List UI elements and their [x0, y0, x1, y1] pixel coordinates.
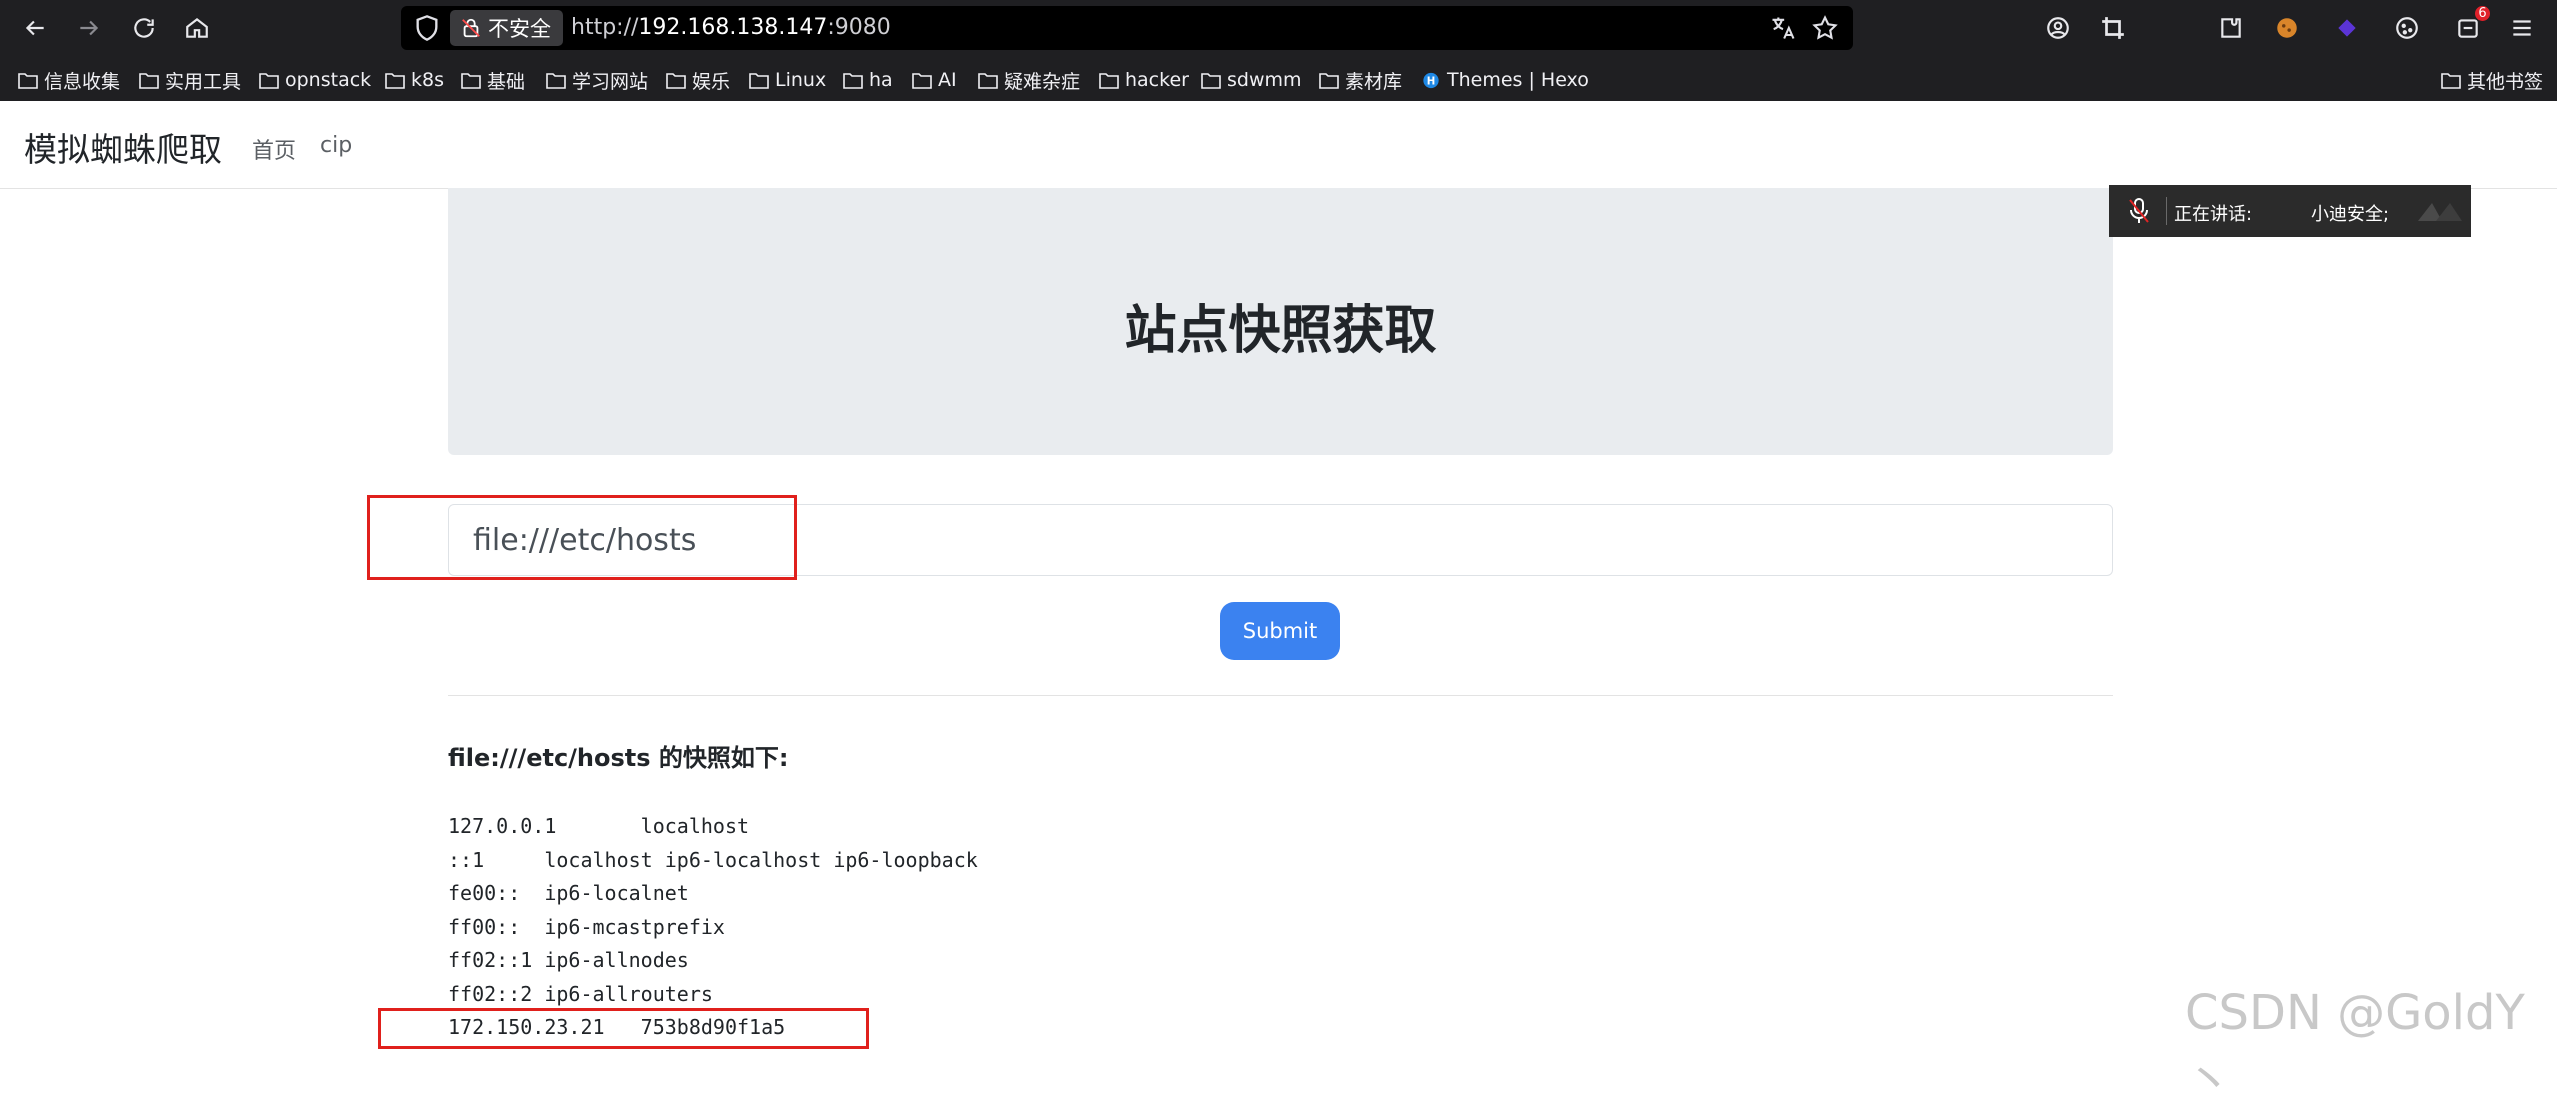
hosts-line: ::1 localhost ip6-localhost ip6-loopback	[448, 847, 978, 872]
bookmark-label: k8s	[411, 69, 444, 91]
bookmark-label: 信息收集	[44, 70, 121, 93]
bookmark-label: Themes | Hexo	[1447, 69, 1589, 91]
bookmark-folder[interactable]: ha	[843, 66, 893, 94]
cookie-extension-icon[interactable]	[2269, 10, 2305, 46]
bookmark-folder[interactable]: opnstack	[259, 66, 371, 94]
cookie-editor-icon[interactable]	[2389, 10, 2425, 46]
nav-cip-link[interactable]: cip	[320, 133, 352, 158]
svg-text:H: H	[1427, 76, 1436, 87]
hosts-highlight-box	[378, 1008, 869, 1049]
bookmark-label: AI	[938, 69, 957, 91]
hosts-line: ff02::1 ip6-allnodes	[448, 948, 689, 972]
site-navbar: 模拟蜘蛛爬取 首页 cip	[0, 101, 2557, 189]
input-highlight-box	[367, 495, 797, 580]
bookmark-label: sdwmm	[1227, 69, 1302, 91]
folder-icon	[978, 72, 998, 89]
bookmark-folder[interactable]: 娱乐	[666, 66, 730, 94]
hosts-line: fe00:: ip6-localnet	[448, 881, 689, 905]
bookmark-star-icon[interactable]	[1811, 14, 1839, 42]
page-title: 站点快照获取	[1124, 301, 1437, 361]
account-icon[interactable]	[2040, 10, 2076, 46]
bookmark-folder[interactable]: 疑难杂症	[978, 66, 1080, 94]
jumbotron: 站点快照获取	[448, 188, 2113, 455]
folder-icon	[546, 72, 566, 89]
bookmark-folder[interactable]: Linux	[749, 66, 826, 94]
menu-icon[interactable]	[2504, 10, 2540, 46]
address-bar[interactable]: 不安全 http://192.168.138.147:9080	[401, 6, 1853, 50]
url-scheme: http://	[571, 15, 639, 40]
bookmark-label: 娱乐	[692, 70, 731, 93]
folder-icon	[749, 72, 769, 89]
diamond-extension-icon[interactable]	[2329, 10, 2365, 46]
translate-icon[interactable]	[1769, 14, 1797, 42]
folder-icon	[1099, 72, 1119, 89]
forward-arrow-icon[interactable]	[71, 10, 107, 46]
bookmark-label: opnstack	[285, 69, 372, 91]
hosts-line: 127.0.0.1 localhost	[448, 814, 750, 838]
folder-icon	[1201, 72, 1221, 89]
bookmark-label: Linux	[775, 69, 827, 91]
url-port: :9080	[827, 15, 891, 40]
bookmark-label: 基础	[487, 70, 526, 93]
bookmark-folder[interactable]: 信息收集	[18, 66, 120, 94]
bookmark-label: 学习网站	[572, 70, 649, 93]
bookmark-label: hacker	[1125, 69, 1189, 91]
result-heading: file:///etc/hosts 的快照如下:	[448, 744, 789, 772]
folder-icon	[2441, 72, 2461, 89]
folder-icon	[139, 72, 159, 89]
insecure-lock-icon	[462, 18, 480, 38]
folder-icon	[843, 72, 863, 89]
folder-icon	[912, 72, 932, 89]
other-bookmarks[interactable]: 其他书签	[2441, 66, 2543, 94]
extension-badge: 6	[2475, 6, 2490, 21]
url-text[interactable]: http://192.168.138.147:9080	[571, 6, 891, 50]
bookmark-label: ha	[869, 69, 893, 91]
bookmark-label: 实用工具	[165, 70, 242, 93]
bookmark-label: 疑难杂症	[1004, 70, 1081, 93]
watermark: CSDN @GoldY丶	[2185, 985, 2525, 1109]
hexo-logo-icon: H	[1423, 72, 1439, 88]
bookmark-hexo[interactable]: H Themes | Hexo	[1421, 66, 1589, 94]
notification-extension-icon[interactable]: 6	[2450, 6, 2490, 46]
folder-icon	[461, 72, 481, 89]
bookmark-folder[interactable]: AI	[912, 66, 957, 94]
site-brand[interactable]: 模拟蜘蛛爬取	[24, 123, 222, 171]
bookmark-folder[interactable]: k8s	[385, 66, 444, 94]
folder-icon	[385, 72, 405, 89]
reload-icon[interactable]	[126, 10, 162, 46]
insecure-badge[interactable]: 不安全	[450, 10, 563, 46]
speaking-logo-icon	[2418, 203, 2462, 221]
extensions-icon[interactable]	[2213, 10, 2249, 46]
speaking-label: 正在讲话:	[2174, 204, 2253, 225]
back-arrow-icon[interactable]	[17, 10, 53, 46]
speaking-overlay: 正在讲话: 小迪安全;	[2109, 185, 2471, 237]
browser-chrome: 不安全 http://192.168.138.147:9080 6 信息收集 实…	[0, 0, 2557, 101]
microphone-icon	[2129, 198, 2149, 223]
bookmark-folder[interactable]: 素材库	[1319, 66, 1402, 94]
speaking-name: 小迪安全;	[2311, 204, 2390, 225]
bookmark-folder[interactable]: 基础	[461, 66, 525, 94]
bookmark-folder[interactable]: 实用工具	[139, 66, 241, 94]
bookmark-folder[interactable]: hacker	[1099, 66, 1189, 94]
bookmark-folder[interactable]: sdwmm	[1201, 66, 1302, 94]
hosts-line: ff00:: ip6-mcastprefix	[448, 914, 725, 939]
crop-icon[interactable]	[2095, 10, 2131, 46]
folder-icon	[1319, 72, 1339, 89]
shield-icon[interactable]	[413, 14, 441, 42]
bookmark-folder[interactable]: 学习网站	[546, 66, 648, 94]
divider	[448, 695, 2113, 696]
bookmark-label: 素材库	[1345, 70, 1403, 93]
folder-icon	[259, 72, 279, 89]
other-bookmarks-label: 其他书签	[2467, 70, 2544, 93]
speaking-divider	[2166, 197, 2167, 225]
folder-icon	[18, 72, 38, 89]
bookmarks-bar: 信息收集 实用工具 opnstack k8s 基础 学习网站 娱乐 Linux …	[0, 60, 2557, 100]
hosts-line: ff02::2 ip6-allrouters	[448, 981, 713, 1006]
nav-home-link[interactable]: 首页	[252, 133, 296, 165]
url-host: 192.168.138.147	[638, 15, 828, 40]
submit-button[interactable]: Submit	[1220, 602, 1340, 660]
home-icon[interactable]	[179, 10, 215, 46]
folder-icon	[666, 72, 686, 89]
insecure-label: 不安全	[488, 17, 551, 41]
